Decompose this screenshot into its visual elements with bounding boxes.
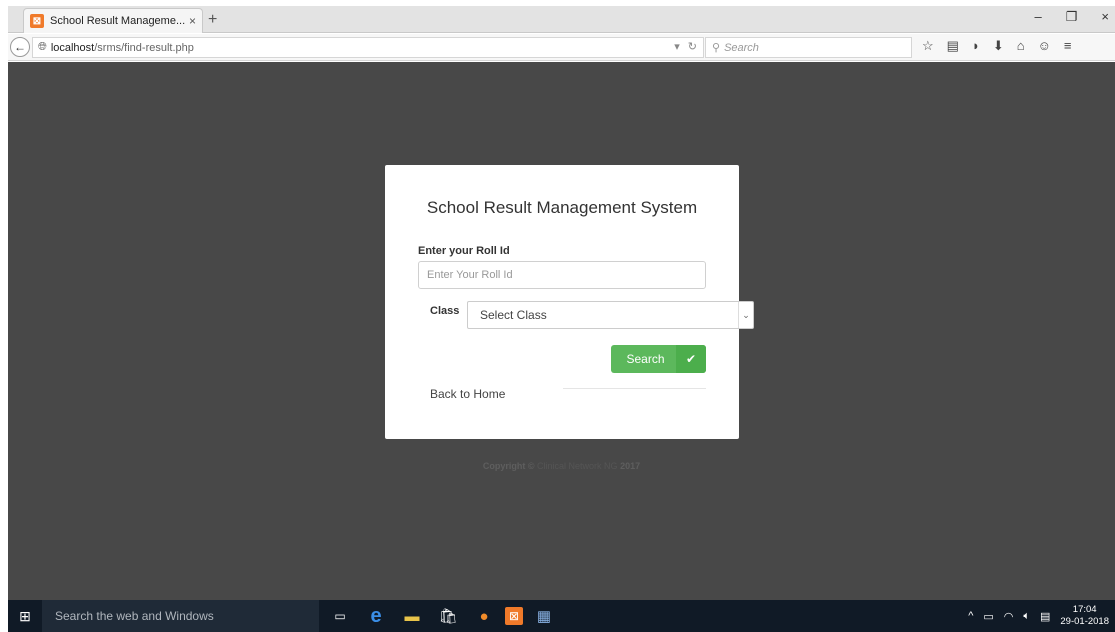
magnifier-icon: ⚲ (712, 42, 721, 54)
minimize-button[interactable]: – (1035, 9, 1042, 25)
divider (563, 388, 706, 389)
menu-icon[interactable]: ≡ (1064, 38, 1072, 54)
tab-title: School Result Manageme... (50, 15, 185, 27)
screen: ⊠ School Result Manageme... × + – ❐ × ← … (0, 0, 1115, 632)
search-button-label: Search (626, 352, 665, 366)
system-tray: ^ ▭ ◠ 🔈︎ ▤ 17:04 29-01-2018 (968, 600, 1109, 632)
browser-tab-bar: ⊠ School Result Manageme... × + – ❐ × (8, 6, 1115, 33)
store-icon[interactable]: 🛍︎ (433, 600, 463, 632)
copyright-brand-link[interactable]: Clinical Network NG (537, 461, 618, 471)
restore-button[interactable]: ❐ (1066, 9, 1078, 25)
wifi-icon[interactable]: ◠ (1004, 610, 1014, 623)
reading-list-icon[interactable]: ▤ (947, 38, 959, 54)
file-explorer-icon[interactable]: ▬ (397, 600, 427, 632)
action-center-icon[interactable]: ▤ (1040, 610, 1050, 623)
class-select[interactable]: Select Class ⌄ (467, 301, 754, 329)
toolbar-icons: ☆ ▤ ◗ ⬇ ⌂ ☺ ≡ (922, 38, 1071, 54)
chevron-down-icon: ⌄ (738, 302, 753, 328)
copyright-year: 2017 (620, 461, 641, 471)
arrow-left-icon: ← (14, 40, 26, 54)
taskbar-search-box[interactable]: Search the web and Windows (42, 600, 319, 632)
copyright-prefix: Copyright © (482, 461, 535, 471)
browser-tab[interactable]: ⊠ School Result Manageme... × (23, 8, 203, 33)
url-bar[interactable]: 🌐︎ localhost /srms/find-result.php ▾ ↻ (32, 37, 704, 58)
page-title: School Result Management System (426, 198, 698, 217)
search-placeholder: Search (724, 41, 759, 54)
firefox-icon[interactable]: ● (469, 600, 499, 632)
url-path: /srms/find-result.php (94, 41, 194, 54)
class-select-value: Select Class (480, 308, 547, 322)
xampp-icon[interactable]: ⊠ (505, 607, 523, 625)
bookmark-star-icon[interactable]: ☆ (922, 38, 934, 54)
xampp-favicon-icon: ⊠ (30, 14, 44, 28)
taskbar-search-text: Search the web and Windows (55, 609, 214, 623)
roll-id-placeholder: Enter Your Roll Id (427, 269, 513, 281)
site-info-icon[interactable]: 🌐︎ (38, 41, 47, 54)
roll-id-input[interactable]: Enter Your Roll Id (418, 261, 706, 289)
battery-icon[interactable]: ▭ (983, 610, 993, 623)
volume-icon[interactable]: 🔈︎ (1023, 610, 1030, 623)
dropdown-arrow-icon[interactable]: ▾ (674, 40, 680, 53)
close-tab-icon[interactable]: × (189, 14, 196, 28)
search-button[interactable]: Search ✔ (611, 345, 706, 373)
reload-icon[interactable]: ↻ (688, 40, 697, 53)
page-content: School Result Management System Enter yo… (8, 62, 1115, 600)
copyright-text: Copyright © Clinical Network NG 2017 (8, 461, 1115, 471)
downloads-icon[interactable]: ⬇ (993, 38, 1004, 54)
tray-chevron-up-icon[interactable]: ^ (968, 610, 973, 622)
class-label: Class (430, 305, 460, 317)
edge-browser-icon[interactable]: e (361, 600, 391, 632)
url-host: localhost (50, 41, 95, 54)
back-button[interactable]: ← (10, 37, 30, 57)
close-window-button[interactable]: × (1101, 9, 1109, 25)
clock-time: 17:04 (1072, 604, 1097, 615)
check-icon: ✔ (676, 345, 706, 373)
back-to-home-link[interactable]: Back to Home (430, 387, 505, 401)
browser-nav-bar: ← 🌐︎ localhost /srms/find-result.php ▾ ↻… (8, 34, 1115, 61)
browser-search-box[interactable]: ⚲ Search (705, 37, 912, 58)
task-view-icon[interactable]: ▭ (325, 600, 355, 632)
pocket-icon[interactable]: ◗ (972, 38, 980, 54)
clock-date: 29-01-2018 (1060, 616, 1109, 627)
chat-icon[interactable]: ☺ (1038, 38, 1051, 54)
notepad-icon[interactable]: ▦ (529, 600, 559, 632)
taskbar-clock[interactable]: 17:04 29-01-2018 (1060, 604, 1109, 628)
home-icon[interactable]: ⌂ (1017, 38, 1025, 54)
result-search-card: School Result Management System Enter yo… (385, 165, 754, 439)
windows-taskbar: ⊞ Search the web and Windows ▭ e ▬ 🛍︎ ● … (8, 600, 1115, 632)
roll-id-label: Enter your Roll Id (418, 245, 510, 257)
new-tab-button[interactable]: + (208, 11, 217, 29)
windows-start-icon[interactable]: ⊞ (8, 600, 42, 632)
window-controls: – ❐ × (1035, 9, 1109, 25)
